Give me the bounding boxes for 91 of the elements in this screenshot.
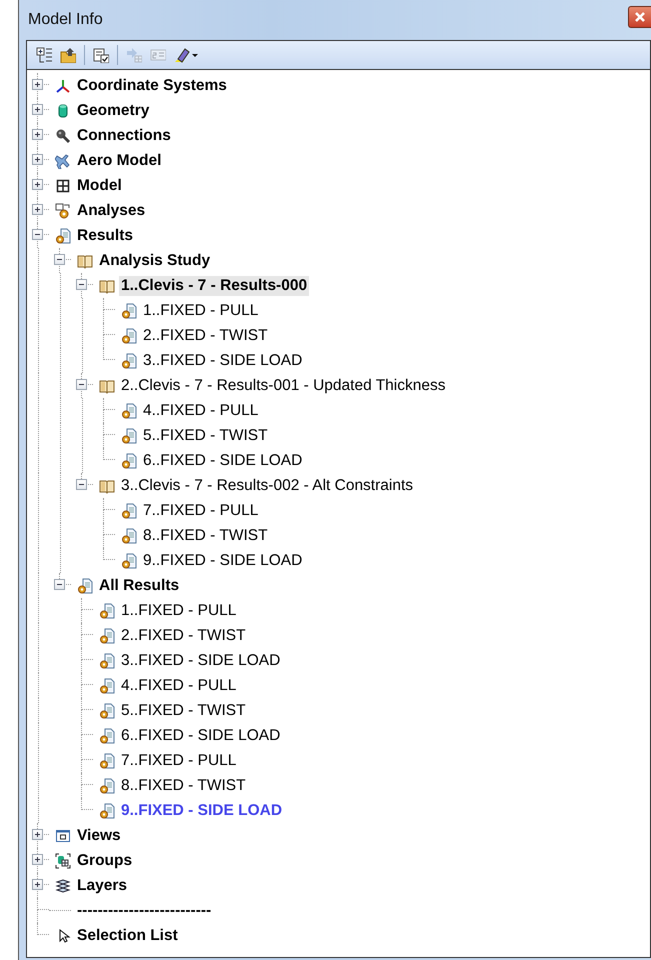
expand-toggle[interactable] [32,879,43,890]
collapse-toggle[interactable] [54,579,65,590]
document-gear-icon [121,428,137,444]
tree-plus-icon [36,47,52,63]
tree-item[interactable]: 2..Clevis - 7 - Results-001 - Updated Thickness [119,376,448,396]
tree-item[interactable]: Results [75,226,135,246]
tree-item[interactable]: 9..FIXED - SIDE LOAD [119,800,284,820]
document-gear-icon [121,402,137,418]
document-gear-icon [121,302,137,318]
tree-item[interactable]: Layers [75,876,129,896]
document-gear-icon [99,602,115,618]
checklist-icon [93,47,109,63]
tree-item[interactable]: 2..FIXED - TWIST [119,626,248,646]
document-gear-icon [77,578,93,594]
tree-item[interactable]: Groups [75,850,134,870]
tree-item[interactable]: 1..FIXED - PULL [141,300,260,320]
tree-item[interactable]: Geometry [75,100,152,120]
document-gear-icon [99,728,115,744]
tree-item[interactable]: 4..FIXED - PULL [119,676,238,696]
axes-icon [55,78,71,94]
group-icon [55,852,71,868]
expand-toggle[interactable] [32,204,43,215]
document-gear-icon [121,352,137,368]
expand-toggle[interactable] [32,829,43,840]
arrow-table-icon [126,47,142,63]
caret-icon [192,54,198,56]
collapse-toggle[interactable] [76,279,87,290]
airplane-icon [55,152,71,168]
window-icon [55,828,71,844]
tree-item[interactable]: 1..Clevis - 7 - Results-000 [119,276,310,296]
separator-item[interactable]: -------------------------- [75,900,214,920]
book-icon [99,478,115,494]
document-gear-icon [121,552,137,568]
tree-item[interactable]: 8..FIXED - TWIST [141,526,270,546]
tree-item[interactable]: Analyses [75,200,148,220]
document-gear-icon [55,228,71,244]
layers-icon [55,878,71,894]
tree-item[interactable]: 1..FIXED - PULL [119,600,238,620]
tree-item[interactable]: 7..FIXED - PULL [119,750,238,770]
tree-item[interactable]: 6..FIXED - SIDE LOAD [141,450,304,470]
tree-item[interactable]: 3..Clevis - 7 - Results-002 - Alt Constraints [119,476,416,496]
book-icon [99,378,115,394]
tree-item[interactable]: 4..FIXED - PULL [141,400,260,420]
tree-item[interactable]: 3..FIXED - SIDE LOAD [119,650,282,670]
document-gear-icon [99,628,115,644]
document-gear-icon [99,752,115,768]
tree-item[interactable]: Selection List [75,926,180,946]
book-icon [99,278,115,294]
tree-item[interactable]: 5..FIXED - TWIST [141,426,270,446]
book-icon [77,252,93,268]
tree-item[interactable]: Model [75,176,124,196]
collapse-toggle[interactable] [76,379,87,390]
close-button[interactable] [628,6,651,28]
tree-item[interactable]: 2..FIXED - TWIST [141,326,270,346]
tree-item[interactable]: Aero Model [75,150,164,170]
document-gear-icon [99,702,115,718]
document-gear-icon [121,452,137,468]
document-gear-icon [121,328,137,344]
tree-item[interactable]: Analysis Study [97,250,212,270]
highlighter-icon [174,47,190,63]
document-gear-icon [121,502,137,518]
collapse-toggle[interactable] [54,254,65,265]
expand-toggle[interactable] [32,854,43,865]
collapse-toggle[interactable] [76,479,87,490]
folder-icon [60,47,76,63]
document-gear-icon [99,778,115,794]
document-gear-icon [99,802,115,818]
pin-icon [55,128,71,144]
tree-item[interactable]: 3..FIXED - SIDE LOAD [141,350,304,370]
document-gear-icon [99,678,115,694]
window-title: Model Info [28,11,104,29]
document-gear-icon [121,528,137,544]
document-gear-icon [99,652,115,668]
tree-item[interactable]: Connections [75,126,173,146]
tree-item[interactable]: 9..FIXED - SIDE LOAD [141,550,304,570]
expand-toggle[interactable] [32,179,43,190]
tree-item[interactable]: 7..FIXED - PULL [141,500,260,520]
expand-toggle[interactable] [32,154,43,165]
expand-toggle[interactable] [32,104,43,115]
tree-item[interactable]: 5..FIXED - TWIST [119,700,248,720]
tree-item[interactable]: Views [75,826,123,846]
grid-icon [55,178,71,194]
tree-item[interactable]: All Results [97,576,182,596]
tree-item[interactable]: 8..FIXED - TWIST [119,776,248,796]
tree-item[interactable]: Coordinate Systems [75,76,229,96]
expand-toggle[interactable] [32,79,43,90]
rename-icon [150,47,166,63]
close-icon [634,11,646,23]
tree-item[interactable]: 6..FIXED - SIDE LOAD [119,726,282,746]
collapse-toggle[interactable] [32,229,43,240]
expand-toggle[interactable] [32,129,43,140]
